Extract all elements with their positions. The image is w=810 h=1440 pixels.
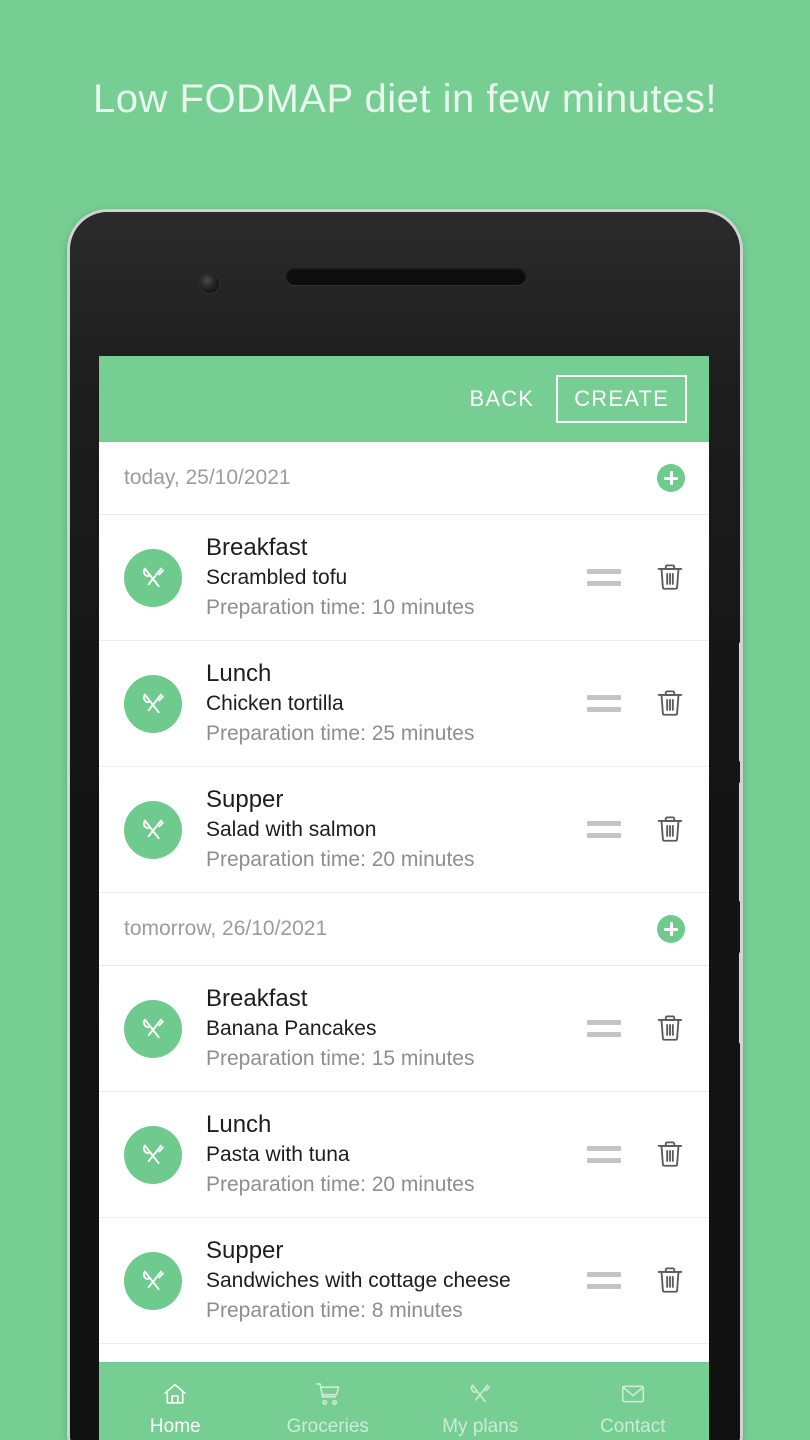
trash-icon[interactable] [653, 684, 687, 724]
volume-up-button[interactable] [739, 642, 740, 762]
meal-row[interactable]: Supper Salad with salmon Preparation time:… [99, 767, 709, 893]
meal-row[interactable]: Supper Sandwiches with cottage cheese Prep… [99, 1218, 709, 1344]
meal-name: Sandwiches with cottage cheese [206, 1269, 511, 1292]
nav-item-label: Contact [600, 1415, 666, 1437]
meal-name: Banana Pancakes [206, 1017, 377, 1040]
meal-details: Supper Salad with salmon Preparation time:… [182, 784, 587, 875]
date-section-header: tomorrow, 26/10/2021 [99, 893, 709, 966]
drag-handle-icon[interactable] [587, 569, 621, 586]
meal-title: Lunch [206, 1111, 272, 1138]
trash-icon[interactable] [653, 1261, 687, 1301]
drag-handle-icon[interactable] [587, 821, 621, 838]
trash-icon[interactable] [653, 1009, 687, 1049]
meal-name: Chicken tortilla [206, 692, 344, 715]
drag-handle-icon[interactable] [587, 1146, 621, 1163]
meal-row[interactable]: Breakfast Banana Pancakes Preparation time… [99, 966, 709, 1092]
meal-row[interactable]: Lunch Chicken tortilla Preparation time: 2… [99, 641, 709, 767]
meal-row[interactable]: Lunch Pasta with tuna Preparation time: 20… [99, 1092, 709, 1218]
meal-name: Salad with salmon [206, 818, 377, 841]
nav-item-home[interactable]: Home [99, 1378, 252, 1438]
drag-handle-icon[interactable] [587, 1272, 621, 1289]
meal-details: Breakfast Banana Pancakes Preparation time… [182, 983, 587, 1074]
add-meal-button[interactable] [657, 464, 685, 492]
shopping-cart-icon [314, 1378, 342, 1410]
cutlery-icon [124, 1251, 182, 1310]
add-meal-button[interactable] [657, 915, 685, 943]
cutlery-icon [124, 548, 182, 607]
meal-name: Scrambled tofu [206, 566, 348, 589]
meal-row[interactable]: Breakfast Scrambled tofu Preparation time:… [99, 515, 709, 641]
meal-plan-list: today, 25/10/2021 Breakfast Scrambled tofu… [99, 442, 709, 1344]
drag-handle-icon[interactable] [587, 695, 621, 712]
meal-title: Supper [206, 786, 284, 813]
envelope-icon [619, 1378, 647, 1410]
app-screen: BACK CREATE today, 25/10/2021 Breakfast Sc… [99, 356, 709, 1440]
home-icon [161, 1378, 189, 1410]
cutlery-icon [124, 800, 182, 859]
cutlery-icon [124, 674, 182, 733]
power-button[interactable] [739, 952, 740, 1044]
meal-prep-time: Preparation time: 10 minutes [206, 596, 475, 619]
trash-icon[interactable] [653, 1135, 687, 1175]
date-label: tomorrow, 26/10/2021 [124, 917, 328, 940]
trash-icon[interactable] [653, 810, 687, 850]
drag-handle-icon[interactable] [587, 1020, 621, 1037]
nav-item-label: Groceries [286, 1415, 369, 1437]
meal-details: Supper Sandwiches with cottage cheese Prep… [182, 1235, 587, 1326]
date-label: today, 25/10/2021 [124, 466, 291, 489]
cutlery-icon [124, 999, 182, 1058]
cutlery-icon [124, 1125, 182, 1184]
meal-name: Pasta with tuna [206, 1143, 350, 1166]
meal-prep-time: Preparation time: 20 minutes [206, 848, 475, 871]
nav-item-label: My plans [442, 1415, 519, 1437]
meal-title: Breakfast [206, 534, 308, 561]
phone-mockup: BACK CREATE today, 25/10/2021 Breakfast Sc… [70, 212, 740, 1440]
front-camera-icon [200, 274, 219, 293]
bottom-navigation: Home Groceries My plans Contact [99, 1362, 709, 1440]
meal-prep-time: Preparation time: 8 minutes [206, 1299, 463, 1322]
create-button[interactable]: CREATE [556, 375, 687, 423]
meal-details: Breakfast Scrambled tofu Preparation time:… [182, 532, 587, 623]
meal-details: Lunch Chicken tortilla Preparation time: 2… [182, 658, 587, 749]
meal-prep-time: Preparation time: 25 minutes [206, 722, 475, 745]
meal-title: Lunch [206, 660, 272, 687]
meal-prep-time: Preparation time: 20 minutes [206, 1173, 475, 1196]
earpiece-speaker-icon [286, 268, 526, 285]
nav-item-my-plans[interactable]: My plans [404, 1378, 557, 1438]
meal-title: Breakfast [206, 985, 308, 1012]
nav-item-groceries[interactable]: Groceries [252, 1378, 405, 1438]
nav-item-label: Home [149, 1415, 201, 1437]
cutlery-icon [466, 1378, 494, 1410]
trash-icon[interactable] [653, 558, 687, 598]
app-bar: BACK CREATE [99, 356, 709, 442]
back-button[interactable]: BACK [469, 386, 534, 412]
page-title: Low FODMAP diet in few minutes! [93, 77, 717, 121]
volume-down-button[interactable] [739, 782, 740, 902]
meal-prep-time: Preparation time: 15 minutes [206, 1047, 475, 1070]
nav-item-contact[interactable]: Contact [557, 1378, 710, 1438]
date-section-header: today, 25/10/2021 [99, 442, 709, 515]
meal-details: Lunch Pasta with tuna Preparation time: 20… [182, 1109, 587, 1200]
meal-title: Supper [206, 1237, 284, 1264]
